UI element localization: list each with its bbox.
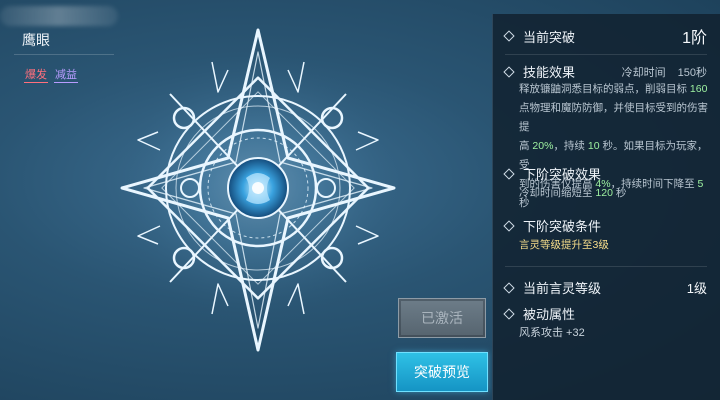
divider [14, 54, 114, 55]
current-breakthrough-value: 1阶 [682, 30, 707, 47]
desc-value: 160 [689, 83, 708, 95]
tag-debuff[interactable]: 减益 [54, 66, 78, 83]
desc-text: 释放镰鼬洞悉目标的弱点，削弱目标 [519, 83, 690, 95]
next-effect-row: 下阶突破效果 [503, 164, 707, 183]
current-level-row: 当前言灵等级 1级 [503, 278, 707, 297]
activated-button[interactable]: 已激活 [398, 298, 486, 338]
current-level-label: 当前言灵等级 [523, 281, 602, 296]
desc-value: 10 [587, 140, 600, 152]
skill-effect-label: 技能效果 [523, 65, 576, 80]
desc-value: 120 [595, 187, 613, 199]
diamond-bullet-icon [503, 307, 515, 320]
next-condition-row: 下阶突破条件 [503, 216, 707, 235]
next-condition-label: 下阶突破条件 [523, 219, 602, 234]
skill-name: 鹰眼 [22, 32, 50, 48]
breakthrough-info-panel: 当前突破 1阶 技能效果 冷却时间 150秒 释放镰鼬洞悉目标的弱点，削弱目标 … [492, 14, 720, 400]
passive-row: 被动属性 [503, 304, 707, 323]
diamond-bullet-icon [503, 281, 515, 294]
diamond-bullet-icon [503, 65, 515, 78]
desc-text: ，持续 [553, 140, 588, 152]
desc-text: 秒 [612, 187, 627, 199]
passive-label: 被动属性 [523, 307, 576, 322]
desc-text: 高 [519, 140, 533, 152]
tag-burst[interactable]: 爆发 [24, 66, 48, 83]
divider [505, 54, 707, 55]
breakthrough-preview-button[interactable]: 突破预览 [396, 352, 488, 392]
blurred-header [0, 6, 118, 26]
diamond-bullet-icon [503, 30, 515, 42]
diamond-bullet-icon [503, 219, 515, 232]
divider [505, 266, 707, 267]
current-level-value: 1级 [686, 281, 707, 296]
current-breakthrough-row: 当前突破 1阶 [503, 24, 707, 48]
passive-description: 风系攻击 +32 [519, 327, 585, 339]
desc-value: 20% [532, 140, 554, 152]
skill-tags: 爆发 减益 [24, 66, 78, 83]
desc-text: 冷却时间缩短至 [519, 187, 596, 199]
cooldown-value: 150秒 [677, 66, 707, 79]
next-effect-description: 冷却时间缩短至 120 秒 [519, 184, 709, 203]
current-breakthrough-label: 当前突破 [523, 29, 576, 45]
skill-effect-row: 技能效果 冷却时间 150秒 [503, 62, 707, 81]
desc-text: 点物理和魔防防御，并使目标受到的伤害提 [519, 102, 708, 133]
next-condition-description: 言灵等级提升至3级 [519, 239, 609, 251]
next-effect-label: 下阶突破效果 [523, 167, 602, 182]
skill-emblem-icon [118, 28, 398, 352]
cooldown-label: 冷却时间 [621, 66, 666, 79]
diamond-bullet-icon [503, 167, 515, 180]
